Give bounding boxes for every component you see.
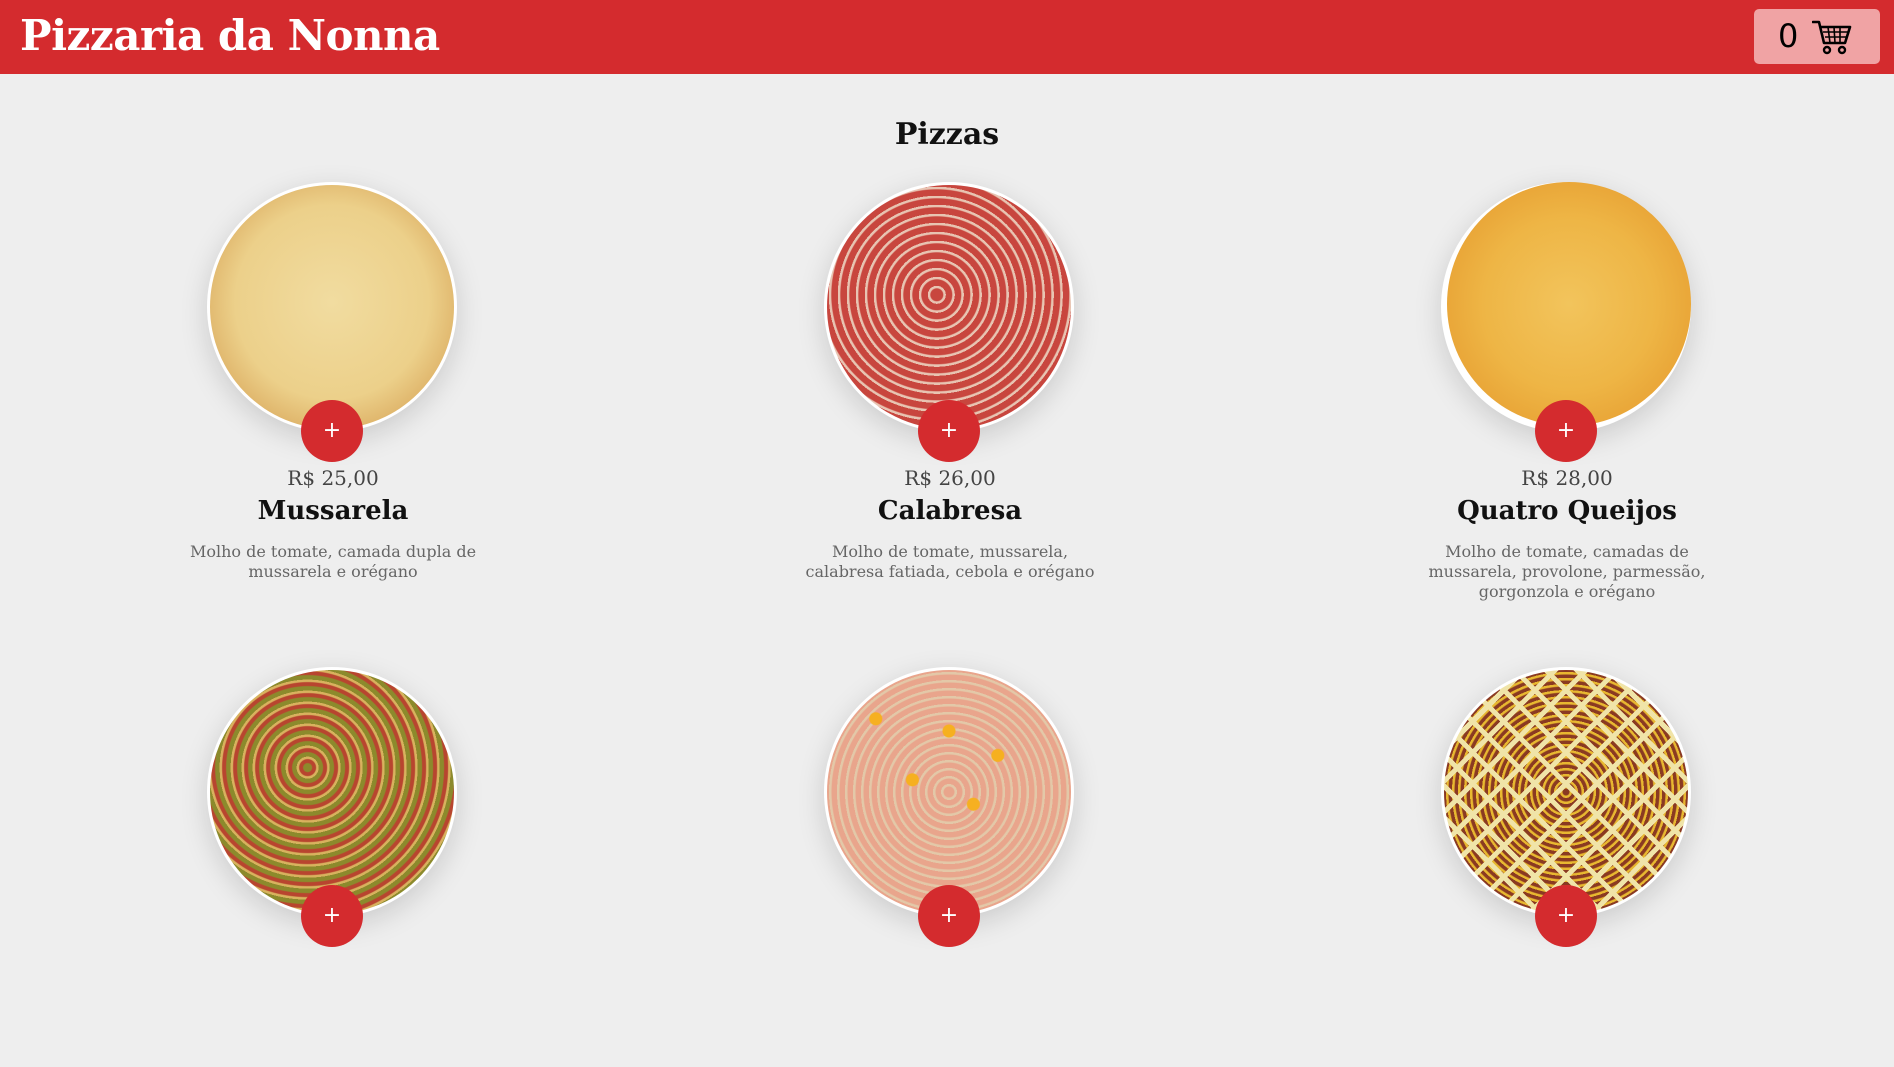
- pizza-name: Calabresa: [877, 496, 1023, 526]
- brand-title[interactable]: Pizzaria da Nonna: [20, 8, 440, 64]
- cart-count: 0: [1778, 17, 1799, 55]
- pizza-name: Quatro Queijos: [1457, 496, 1677, 526]
- pizza-name: Mussarela: [257, 496, 409, 526]
- pizza-card: +: [123, 667, 543, 1067]
- pizza-card: + R$ 28,00 Quatro Queijos Molho de tomat…: [1357, 182, 1777, 601]
- pizza-image[interactable]: [207, 182, 457, 432]
- add-to-cart-button[interactable]: +: [1535, 885, 1597, 947]
- pizza-description: Molho de tomate, camada dupla de mussare…: [189, 542, 477, 581]
- pizza-price: R$ 25,00: [287, 466, 379, 490]
- pizza-image[interactable]: [1441, 667, 1691, 917]
- pizza-image[interactable]: [824, 667, 1074, 917]
- pizza-image[interactable]: [1441, 182, 1691, 432]
- pizza-image[interactable]: [207, 667, 457, 917]
- pizza-card: + R$ 25,00 Mussarela Molho de tomate, ca…: [123, 182, 543, 582]
- pizza-description: Molho de tomate, camadas de mussarela, p…: [1428, 542, 1706, 601]
- top-header: Pizzaria da Nonna 0: [0, 0, 1894, 74]
- pizza-card: + R$ 26,00 Calabresa Molho de tomate, mu…: [740, 182, 1160, 582]
- pizza-description: Molho de tomate, mussarela, calabresa fa…: [805, 542, 1095, 581]
- add-to-cart-button[interactable]: +: [918, 400, 980, 462]
- pizza-card: +: [1357, 667, 1777, 1067]
- add-to-cart-button[interactable]: +: [918, 885, 980, 947]
- pizza-image[interactable]: [824, 182, 1074, 432]
- cart-button[interactable]: 0: [1754, 9, 1880, 64]
- pizza-price: R$ 26,00: [904, 466, 996, 490]
- cart-icon: [1812, 20, 1852, 55]
- pizza-price: R$ 28,00: [1521, 466, 1613, 490]
- pizza-card: +: [740, 667, 1160, 1067]
- add-to-cart-button[interactable]: +: [301, 885, 363, 947]
- add-to-cart-button[interactable]: +: [1535, 400, 1597, 462]
- section-title: Pizzas: [894, 117, 1000, 152]
- add-to-cart-button[interactable]: +: [301, 400, 363, 462]
